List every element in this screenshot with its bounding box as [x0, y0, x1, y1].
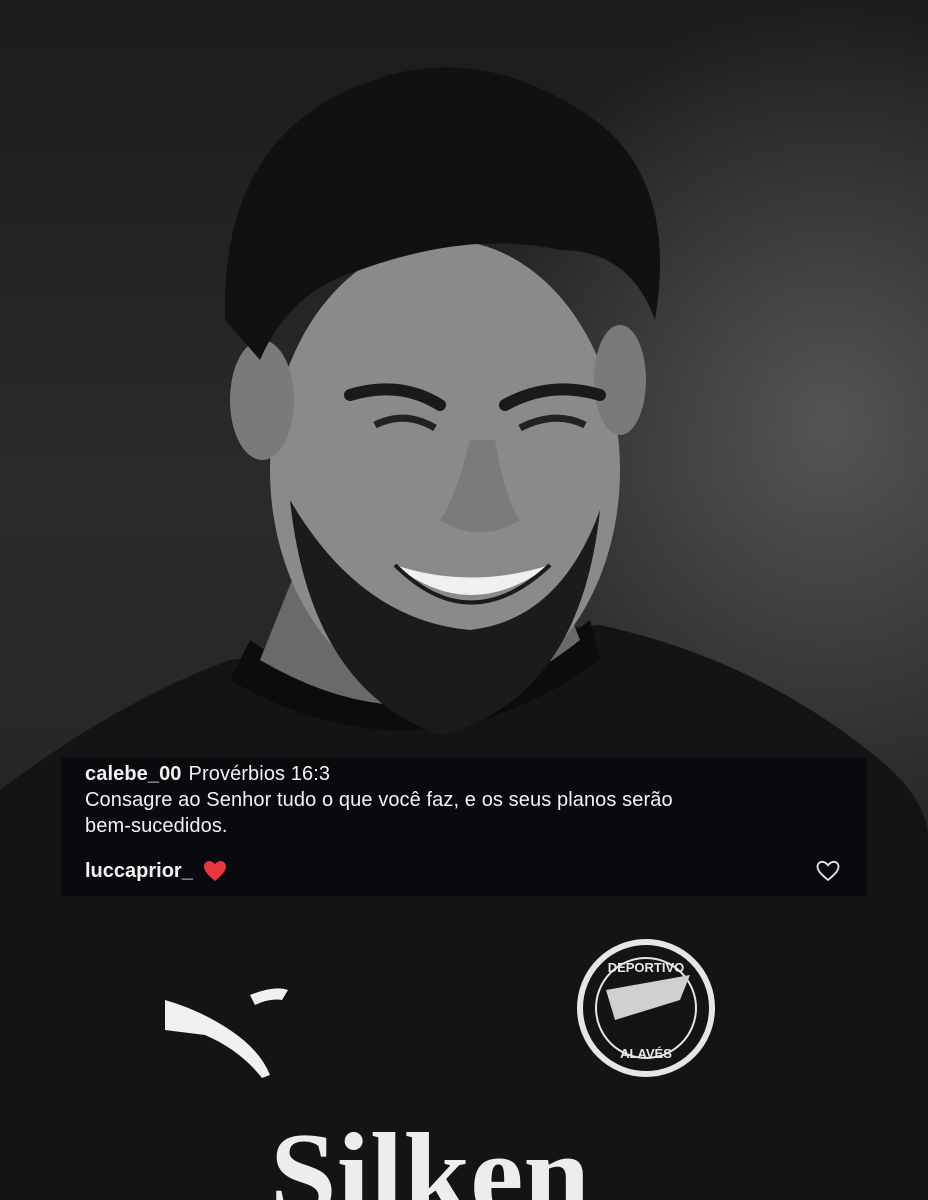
heart-outline-icon[interactable] [815, 859, 841, 883]
reply-username[interactable]: luccaprior_ [85, 860, 193, 883]
comment-overlay: calebe_00 Provérbios 16:3 Consagre ao Sen… [61, 757, 867, 896]
shirt-sponsor: Silken [270, 1108, 590, 1200]
crest-text-top: DEPORTIVO [608, 960, 685, 975]
comment-header: calebe_00 Provérbios 16:3 [85, 761, 843, 787]
player-illustration: DEPORTIVO ALAVÉS Silken [0, 67, 928, 1200]
reply-row: luccaprior_ [85, 855, 843, 887]
comment-text-line2: Consagre ao Senhor tudo o que você faz, … [85, 789, 673, 811]
crest-text-bottom: ALAVÉS [620, 1046, 672, 1061]
red-heart-emoji [203, 861, 226, 881]
post-photo: DEPORTIVO ALAVÉS Silken [0, 0, 928, 1200]
comment-text-line3: bem-sucedidos. [85, 815, 228, 837]
comment-text-line1: Provérbios 16:3 [188, 763, 331, 785]
comment-username[interactable]: calebe_00 [85, 763, 182, 785]
